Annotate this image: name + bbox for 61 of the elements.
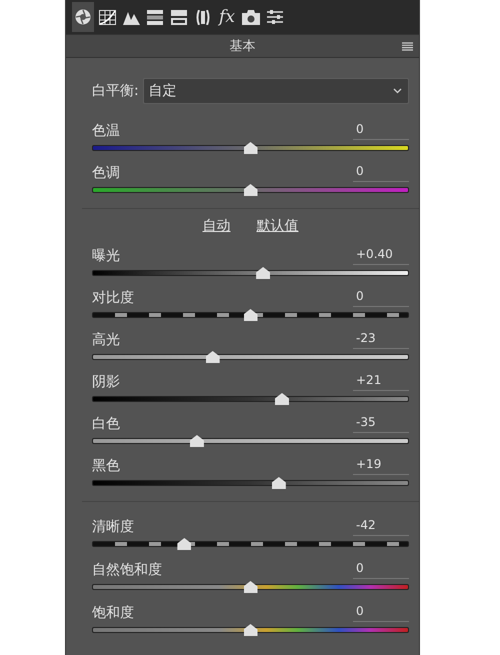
split-bars-icon <box>171 10 187 24</box>
slider-track[interactable] <box>92 541 409 547</box>
slider-label: 高光 <box>92 331 120 349</box>
slider-label: 饱和度 <box>92 604 134 622</box>
panel-title: 基本 <box>230 38 256 55</box>
value-field[interactable]: 0 <box>353 289 409 307</box>
value-field[interactable]: 0 <box>353 122 409 140</box>
slider-track[interactable] <box>92 627 409 633</box>
slider-thumb[interactable] <box>256 267 270 279</box>
slider-label: 对比度 <box>92 289 134 307</box>
value-field[interactable]: 0 <box>353 561 409 579</box>
slider-track[interactable] <box>92 312 409 318</box>
slider-track[interactable] <box>92 438 409 444</box>
slider-track[interactable] <box>92 354 409 360</box>
slider-track[interactable] <box>92 187 409 193</box>
slider-label: 色温 <box>92 122 120 140</box>
value-field[interactable]: -23 <box>353 331 409 349</box>
slider-thumb[interactable] <box>190 435 204 447</box>
tool-tab[interactable]: fx <box>216 2 238 32</box>
slider-thumb[interactable] <box>244 184 258 196</box>
preset-link[interactable]: 自动 <box>202 217 230 235</box>
slider-thumb[interactable] <box>244 624 258 636</box>
slider-thumb[interactable] <box>206 351 220 363</box>
value-field[interactable]: -42 <box>353 518 409 536</box>
slider-thumb[interactable] <box>272 477 286 489</box>
slider-thumb[interactable] <box>177 538 192 550</box>
slider-label: 阴影 <box>92 373 120 391</box>
slider-thumb[interactable] <box>275 393 289 405</box>
slider-track[interactable] <box>92 584 409 590</box>
value-field[interactable]: -35 <box>353 415 409 433</box>
slider-track[interactable] <box>92 480 409 486</box>
slider-label: 清晰度 <box>92 518 134 536</box>
sliders-icon <box>267 9 283 25</box>
slider-label: 自然饱和度 <box>92 561 162 579</box>
preset-link[interactable]: 默认值 <box>256 217 298 235</box>
chevron-icon <box>393 88 402 94</box>
slider-thumb[interactable] <box>244 581 258 593</box>
value-field[interactable]: 0 <box>353 164 409 182</box>
slider-thumb[interactable] <box>244 309 258 321</box>
value-field[interactable]: +19 <box>353 457 409 475</box>
aperture-icon <box>75 9 91 25</box>
slider-label: 黑色 <box>92 457 120 475</box>
menu-icon[interactable] <box>402 42 413 51</box>
balance-label: 白平衡: <box>92 82 139 100</box>
gradient-bars-icon <box>147 10 163 24</box>
tool-tab[interactable] <box>72 2 94 32</box>
slider-track[interactable] <box>92 145 409 151</box>
camera-icon <box>242 10 260 24</box>
slider-label: 白色 <box>92 415 120 433</box>
curve-grid-icon <box>98 10 116 24</box>
value-field[interactable]: +0.40 <box>353 247 409 265</box>
slider-track[interactable] <box>92 270 409 276</box>
slider-label: 色调 <box>92 164 120 182</box>
balance-preset-dropdown[interactable]: 自定 <box>142 78 409 104</box>
mountains-icon <box>122 10 140 24</box>
slider-track[interactable] <box>92 396 409 402</box>
slider-thumb[interactable] <box>244 142 258 154</box>
value-field[interactable]: +21 <box>353 373 409 391</box>
lens-icon <box>196 10 210 24</box>
value-field[interactable]: 0 <box>353 604 409 622</box>
slider-label: 曝光 <box>92 247 120 265</box>
